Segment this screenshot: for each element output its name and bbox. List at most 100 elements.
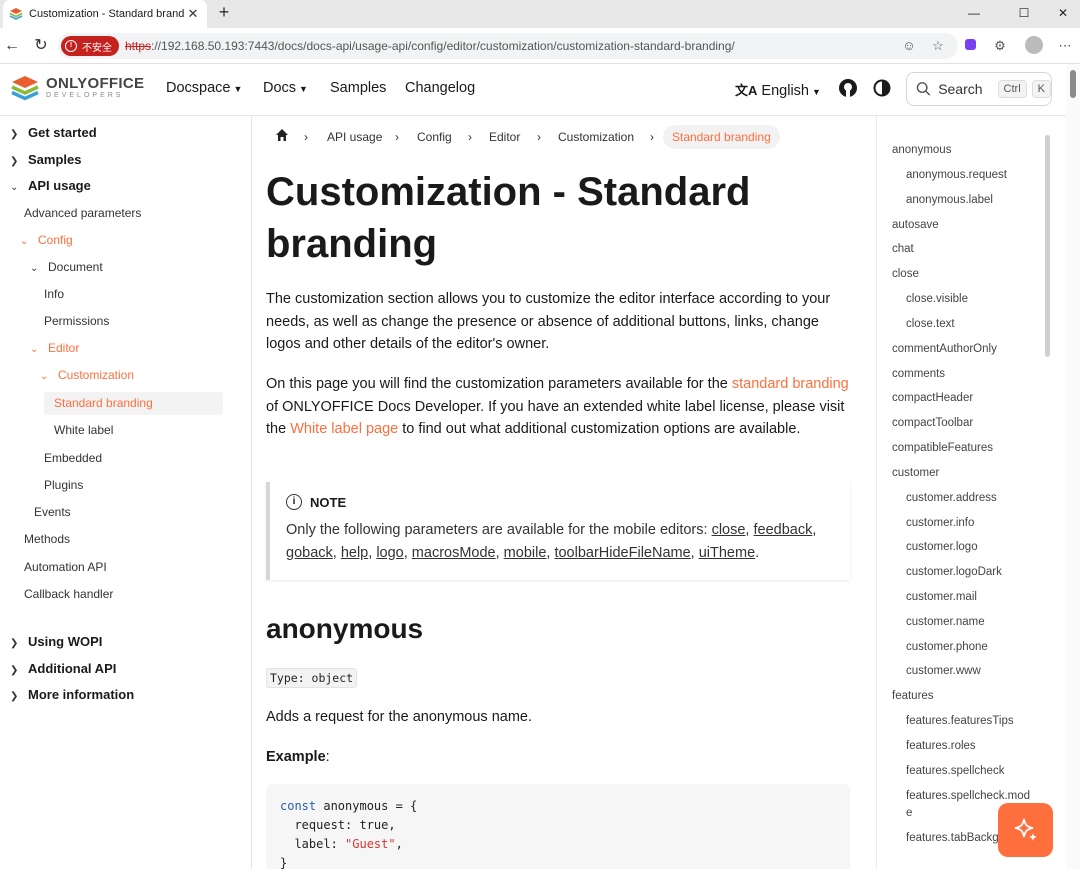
toc-item[interactable]: close.visible <box>906 293 968 305</box>
sidebar-item-info[interactable]: Info <box>44 287 64 301</box>
toc-item[interactable]: anonymous.label <box>906 194 993 206</box>
nav-changelog[interactable]: Changelog <box>405 80 475 96</box>
toc-item[interactable]: customer.info <box>906 517 974 529</box>
page-scrollbar[interactable] <box>1066 64 1080 869</box>
toc-item[interactable]: customer.name <box>906 616 985 628</box>
search-button[interactable]: Search Ctrl K <box>906 72 1052 106</box>
toc-item[interactable]: compactHeader <box>892 392 973 404</box>
github-icon[interactable] <box>838 78 858 102</box>
nav-docs[interactable]: Docs ▼ <box>263 80 308 96</box>
maximize-icon[interactable]: ☐ <box>1013 3 1035 23</box>
sidebar-item-events[interactable]: Events <box>34 505 71 519</box>
sidebar-item-more-information[interactable]: ❯ More information <box>10 687 134 702</box>
breadcrumb-config[interactable]: Config <box>417 130 452 144</box>
onlyoffice-logo[interactable]: ONLYOFFICE DEVELOPERS <box>10 73 144 103</box>
toc-item[interactable]: customer.address <box>906 492 997 504</box>
toc-item[interactable]: features.roles <box>906 740 976 752</box>
home-icon[interactable] <box>275 128 289 145</box>
theme-toggle-icon[interactable] <box>873 79 891 101</box>
sidebar-item-methods[interactable]: Methods <box>24 532 70 546</box>
breadcrumb-customization[interactable]: Customization <box>558 130 634 144</box>
breadcrumb-editor[interactable]: Editor <box>489 130 520 144</box>
new-tab-icon[interactable]: + <box>214 3 234 23</box>
sidebar-item-plugins[interactable]: Plugins <box>44 478 83 492</box>
toc-item[interactable]: features.spellcheck.mod <box>906 790 1030 802</box>
code-block[interactable]: const anonymous = { request: true, label… <box>266 784 850 869</box>
sidebar-item-customization[interactable]: ⌄ Customization <box>40 368 134 382</box>
note-link-close[interactable]: close <box>712 522 746 538</box>
note-link-logo[interactable]: logo <box>376 545 403 561</box>
nav-docspace[interactable]: Docspace ▼ <box>166 80 242 96</box>
sidebar-item-permissions[interactable]: Permissions <box>44 314 109 328</box>
sidebar-item-config[interactable]: ⌄ Config <box>20 233 73 247</box>
toc-item[interactable]: customer.logoDark <box>906 566 1002 578</box>
sidebar-item-api-usage[interactable]: ⌄ API usage <box>10 178 91 193</box>
toc-item[interactable]: anonymous.request <box>906 169 1007 181</box>
language-selector[interactable]: 文A English ▼ <box>735 80 821 99</box>
toc-item[interactable]: compatibleFeatures <box>892 442 993 454</box>
sidebar-item-document[interactable]: ⌄ Document <box>30 260 103 274</box>
toc-item[interactable]: customer <box>892 467 939 479</box>
toc-item[interactable]: comments <box>892 368 945 380</box>
extensions-puzzle-icon[interactable]: ⚙ <box>990 36 1010 56</box>
toc-item[interactable]: customer.phone <box>906 641 988 653</box>
back-icon[interactable]: ← <box>2 36 22 56</box>
window-close-icon[interactable]: ✕ <box>1052 3 1074 23</box>
reload-icon[interactable]: ↻ <box>31 36 51 56</box>
note-link-feedback[interactable]: feedback <box>753 522 812 538</box>
page-scrollbar-thumb[interactable] <box>1070 70 1076 98</box>
toc-item[interactable]: commentAuthorOnly <box>892 343 997 355</box>
sidebar-item-using-wopi[interactable]: ❯ Using WOPI <box>10 634 102 649</box>
note-link-mobile[interactable]: mobile <box>504 545 547 561</box>
sidebar-item-automation-api[interactable]: Automation API <box>24 560 107 574</box>
breadcrumb-separator-icon: › <box>395 130 399 144</box>
url-field[interactable]: ! 不安全 https://192.168.50.193:7443/docs/d… <box>58 33 958 59</box>
toc-item[interactable]: features.featuresTips <box>906 715 1014 727</box>
sidebar-item-samples[interactable]: ❯ Samples <box>10 152 81 167</box>
minimize-icon[interactable]: — <box>963 3 985 23</box>
ai-assistant-button[interactable] <box>998 803 1053 857</box>
favorite-star-icon[interactable]: ☆ <box>928 36 948 56</box>
note-link-toolbarhidefilename[interactable]: toolbarHideFileName <box>554 545 690 561</box>
reader-mode-icon[interactable]: ☺ <box>899 36 919 56</box>
sidebar-item-white-label[interactable]: White label <box>54 423 113 437</box>
security-warning-badge[interactable]: ! 不安全 <box>61 36 119 56</box>
browser-tab[interactable]: Customization - Standard branding ✕ <box>3 0 207 28</box>
standard-branding-link[interactable]: standard branding <box>732 376 849 392</box>
toc-item[interactable]: customer.logo <box>906 541 978 553</box>
toc-item[interactable]: close <box>892 268 919 280</box>
toc-item[interactable]: anonymous <box>892 144 951 156</box>
note-link-uitheme[interactable]: uiTheme <box>699 545 755 561</box>
sidebar-item-editor[interactable]: ⌄ Editor <box>30 341 79 355</box>
white-label-link[interactable]: White label page <box>290 421 398 437</box>
example-label: Example: <box>266 749 330 765</box>
toc-item[interactable]: chat <box>892 243 914 255</box>
toc-item[interactable]: customer.www <box>906 665 981 677</box>
toc-scrollbar[interactable] <box>1045 135 1050 357</box>
tab-close-icon[interactable]: ✕ <box>185 6 201 22</box>
extension-icon[interactable] <box>960 36 980 56</box>
chevron-down-icon: ⌄ <box>40 371 49 382</box>
toc-item[interactable]: compactToolbar <box>892 417 973 429</box>
more-menu-icon[interactable]: ⋯ <box>1055 36 1075 56</box>
sidebar-item-callback-handler[interactable]: Callback handler <box>24 587 113 601</box>
breadcrumb-api-usage[interactable]: API usage <box>327 130 382 144</box>
toc-item[interactable]: autosave <box>892 219 939 231</box>
toc-item[interactable]: features.tabBackg <box>906 832 999 844</box>
sidebar-item-embedded[interactable]: Embedded <box>44 451 102 465</box>
toc-item[interactable]: close.text <box>906 318 955 330</box>
sidebar-item-standard-branding[interactable]: Standard branding <box>54 396 153 410</box>
sidebar-item-get-started[interactable]: ❯ Get started <box>10 125 97 140</box>
toc-item[interactable]: features.spellcheck <box>906 765 1004 777</box>
note-link-macrosmode[interactable]: macrosMode <box>412 545 496 561</box>
note-link-goback[interactable]: goback <box>286 545 333 561</box>
toc-item[interactable]: e <box>906 807 912 819</box>
nav-samples[interactable]: Samples <box>330 80 386 96</box>
chevron-right-icon: ❯ <box>10 129 19 140</box>
note-link-help[interactable]: help <box>341 545 368 561</box>
sidebar-item-additional-api[interactable]: ❯ Additional API <box>10 661 116 676</box>
sidebar-item-advanced-parameters[interactable]: Advanced parameters <box>24 206 141 220</box>
profile-avatar-icon[interactable] <box>1024 36 1044 56</box>
toc-item[interactable]: customer.mail <box>906 591 977 603</box>
toc-item[interactable]: features <box>892 690 934 702</box>
